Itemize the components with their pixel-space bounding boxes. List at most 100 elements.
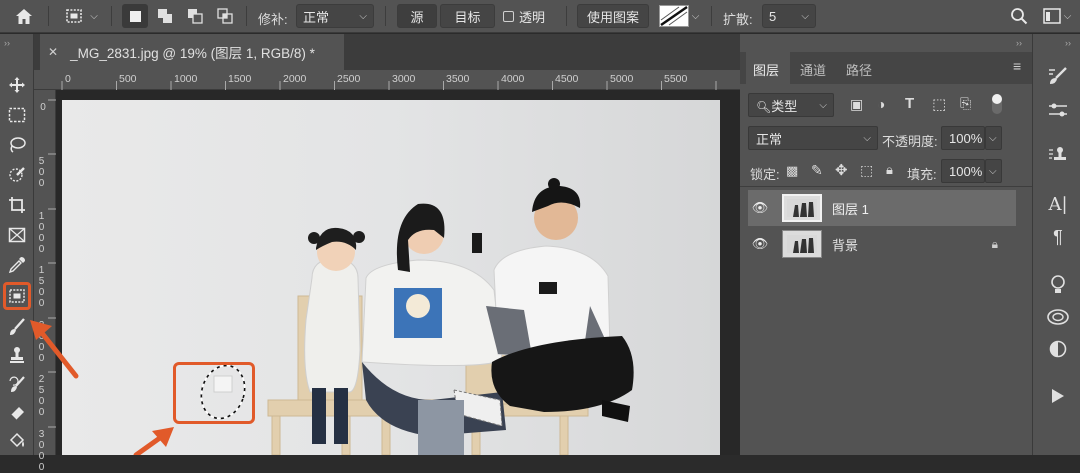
transparent-checkbox[interactable]: 透明 [503,4,555,28]
layer-row-layer1[interactable]: 👁︎ 图层 1 [748,190,1016,226]
paragraph-icon[interactable]: ¶ [1045,224,1071,250]
visibility-eye-icon[interactable]: 👁︎ [748,236,772,252]
shape-filter-icon[interactable]: ⬚ [932,95,946,113]
tab-paths[interactable]: 路径 [846,60,872,79]
ruler-label: 1000 [36,211,47,255]
layer-name: 背景 [832,237,859,253]
brush-settings-icon[interactable] [1045,63,1071,89]
fill-input[interactable]: 100% [941,159,985,183]
visibility-eye-icon[interactable]: 👁︎ [748,200,772,216]
workspace-switcher[interactable]: ⌵ [1040,4,1074,28]
opacity-input[interactable]: 100% [941,126,985,150]
diffusion-value: 5 [769,8,777,24]
add-selection-button[interactable] [152,4,178,28]
adjustments-icon[interactable] [1045,336,1071,362]
chevron-down-icon: ⌵ [359,10,367,22]
image-filter-icon[interactable]: ▣ [850,96,863,113]
marquee-tool[interactable] [4,103,30,127]
lock-image-brush-icon[interactable]: ✎ [811,162,823,179]
subtract-selection-icon [188,9,203,24]
pattern-picker[interactable]: ⌵ [656,4,702,28]
layer-thumbnail [782,194,822,222]
source-button[interactable]: 源 [397,4,437,28]
patch-tool-preset-picker[interactable]: ⌵ [60,4,102,28]
subtract-selection-button[interactable] [182,4,208,28]
clone-stamp-tool[interactable] [4,343,30,367]
workspace-icon [1042,8,1061,24]
paint-bucket-icon [9,432,25,448]
actions-play-icon[interactable] [1045,383,1071,409]
collapse-icon[interactable]: ›› [1065,38,1071,48]
frame-tool[interactable] [4,223,30,247]
type-filter-icon[interactable]: T [905,95,914,112]
layer-thumbnail [782,230,822,258]
document-canvas[interactable] [62,100,720,455]
chevron-down-icon: ⌵ [691,10,700,22]
chevron-down-icon: ⌵ [989,165,997,177]
ruler-label: 3000 [392,73,416,85]
lock-transparent-icon[interactable]: ▩ [786,163,798,179]
new-selection-button[interactable] [122,4,148,28]
filter-toggle[interactable] [992,94,1002,114]
lock-label: 锁定: [750,167,780,182]
search-icon[interactable] [1006,4,1032,28]
chevron-down-icon: ⌵ [90,10,98,22]
chevron-down-icon: ⌵ [801,10,809,22]
home-icon[interactable] [10,4,38,28]
lasso-tool[interactable] [4,133,30,157]
eyedropper-tool[interactable] [4,253,30,277]
eraser-tool[interactable] [4,401,30,425]
chevron-down-icon: ⌵ [989,132,997,144]
blend-mode-select[interactable]: 正常 ⌵ [748,126,878,150]
brush-tool[interactable] [4,315,30,339]
diffusion-select[interactable]: 5 ⌵ [762,4,816,28]
character-icon[interactable]: A| [1045,191,1071,217]
crop-tool[interactable] [4,193,30,217]
lock-icon[interactable]: 🔒︎ [992,237,998,252]
checkbox-box [503,10,514,22]
paint-bucket-tool[interactable] [4,429,30,453]
tab-channels[interactable]: 通道 [800,60,826,79]
stamp-icon [10,347,24,363]
clone-source-icon[interactable] [1045,142,1071,168]
collapse-icon[interactable]: ›› [1016,38,1022,48]
history-brush-tool[interactable] [4,373,30,397]
patch-tool[interactable] [3,282,31,310]
pattern-swatch-icon [658,5,689,27]
annotation-highlight-box [173,362,255,424]
quick-selection-tool[interactable] [4,163,30,187]
chevron-down-icon: ⌵ [1063,10,1072,22]
repair-label: 修补: [258,12,288,27]
document-tab[interactable]: ✕ _MG_2831.jpg @ 19% (图层 1, RGB/8) * [40,34,344,70]
ruler-label: 5000 [610,73,634,85]
collapse-icon[interactable]: ›› [4,38,10,48]
lock-artboard-icon[interactable]: ⬚ [860,162,873,179]
use-pattern-button[interactable]: 使用图案 [577,4,649,28]
fill-dropdown[interactable]: ⌵ [985,159,1002,183]
layer-name: 图层 1 [832,201,869,217]
adjustment-filter-icon[interactable]: ◑ [877,96,885,112]
opacity-dropdown[interactable]: ⌵ [985,126,1002,150]
move-tool[interactable] [4,73,30,97]
smart-object-filter-icon[interactable]: ⎘ [960,95,971,112]
tab-layers[interactable]: 图层 [753,60,779,79]
chevron-down-icon: ⌵ [863,132,871,144]
learn-bulb-icon[interactable] [1045,272,1071,298]
layer-row-background[interactable]: 👁︎ 背景 🔒︎ [748,226,1016,262]
target-button[interactable]: 目标 [440,4,495,28]
lock-position-icon[interactable]: ✥ [835,161,848,179]
layer-filter-select[interactable]: 🔍︎类型 ⌵ [748,93,834,117]
lock-all-icon[interactable]: 🔒︎ [886,162,893,178]
panel-menu-icon[interactable]: ≡ [1013,58,1021,74]
fill-label: 填充: [907,167,937,182]
intersect-selection-button[interactable] [212,4,238,28]
photo-family-on-chairs [62,100,720,455]
filter-kind-value: 类型 [771,98,798,114]
repair-mode-select[interactable]: 正常 ⌵ [296,4,374,28]
blend-mode-value: 正常 [756,131,783,147]
libraries-icon[interactable] [1045,304,1071,330]
brush-presets-icon[interactable] [1045,97,1071,123]
close-icon[interactable]: ✕ [48,45,58,59]
ruler-label: 2500 [337,73,361,85]
ruler-label: 3000 [36,429,47,473]
